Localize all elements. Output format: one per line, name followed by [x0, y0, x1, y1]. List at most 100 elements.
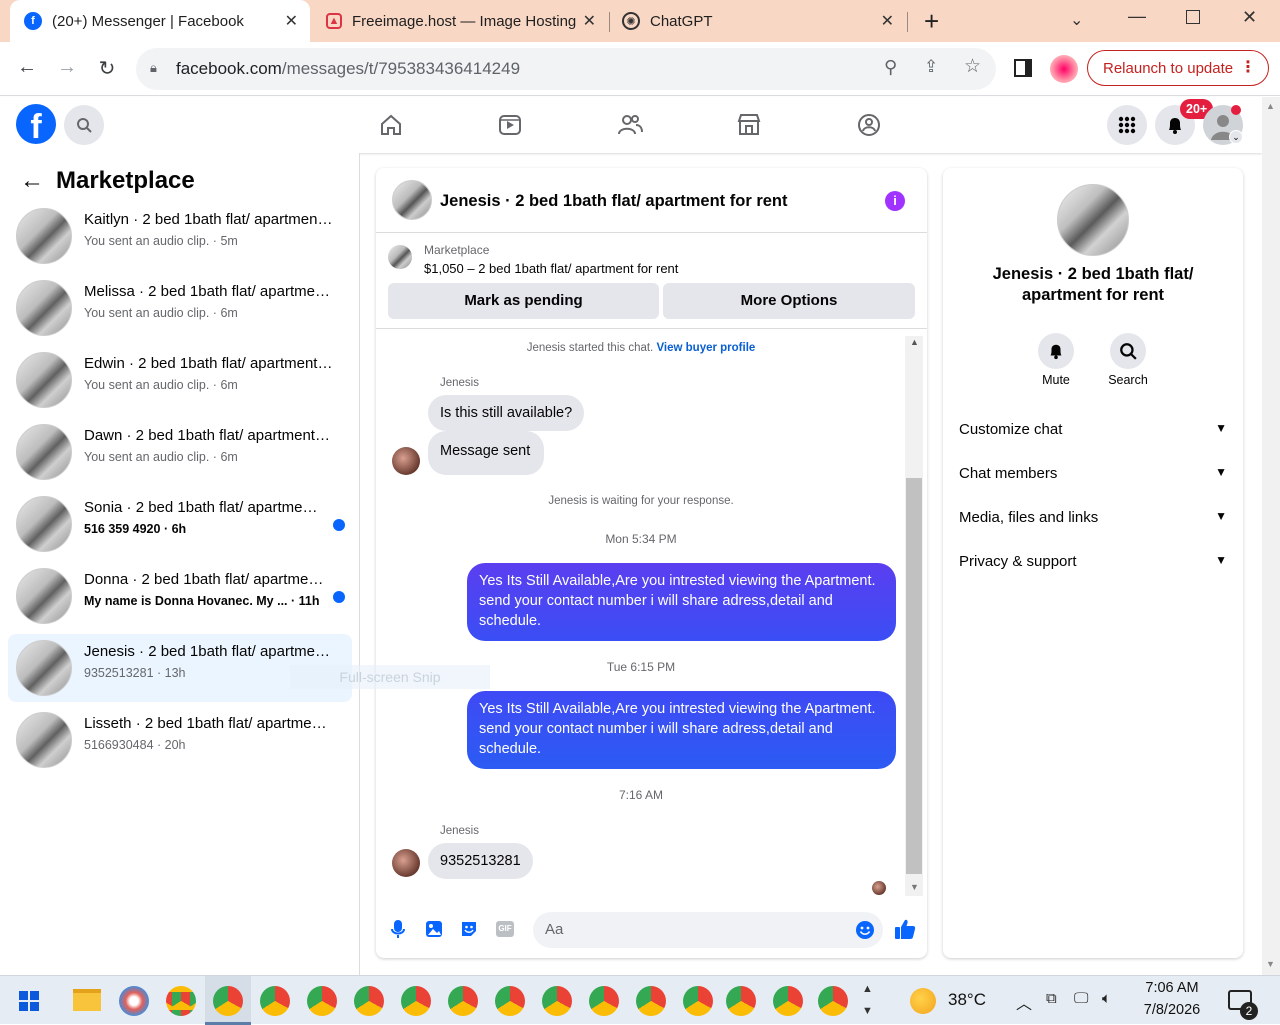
tray-chevron-up-icon[interactable]: ︿ [1016, 990, 1032, 1014]
scroll-up-arrow-icon[interactable]: ▲ [1266, 101, 1275, 111]
share-icon[interactable]: ⇪ [924, 57, 938, 77]
forward-icon[interactable]: → [54, 56, 80, 79]
outgoing-message[interactable]: Yes Its Still Available,Are you intreste… [467, 691, 896, 769]
camera-tray-icon[interactable]: ⧉ [1046, 990, 1057, 1007]
chrome-icon[interactable] [495, 986, 525, 1016]
emoji-icon[interactable] [855, 920, 875, 940]
chrome-icon[interactable] [260, 986, 290, 1016]
chat-scrollbar[interactable]: ▲ ▼ [905, 336, 923, 896]
microphone-icon[interactable] [390, 919, 406, 939]
buyer-avatar[interactable] [392, 447, 420, 475]
conversation-item[interactable]: Lisseth · 2 bed 1bath flat/ apartment fo… [8, 706, 352, 774]
chrome-icon[interactable] [401, 986, 431, 1016]
reload-icon[interactable]: ↻ [94, 56, 120, 81]
weather-sun-icon[interactable] [910, 988, 936, 1014]
chrome-icon[interactable] [683, 986, 713, 1016]
new-tab-plus-icon[interactable]: + [924, 6, 939, 37]
chrome-icon[interactable] [213, 986, 243, 1016]
scroll-up-arrow-icon[interactable]: ▲ [910, 337, 919, 347]
file-explorer-icon[interactable] [73, 989, 101, 1011]
close-tab-icon[interactable]: ✕ [881, 11, 894, 31]
like-thumbs-up-icon[interactable] [894, 918, 916, 940]
bookmark-star-icon[interactable]: ☆ [964, 55, 981, 78]
tab-freeimage[interactable]: ▲ Freeimage.host — Image Hosting ✕ [312, 0, 608, 42]
relaunch-button[interactable]: Relaunch to update ⋮ [1087, 50, 1269, 86]
chrome-icon[interactable] [726, 986, 756, 1016]
back-arrow-icon[interactable]: ← [20, 167, 44, 195]
profile-avatar-icon[interactable] [1050, 55, 1078, 83]
conversation-item[interactable]: Edwin · 2 bed 1bath flat/ apartment for … [8, 346, 352, 414]
incoming-message[interactable]: Message sent [428, 431, 545, 475]
conversation-item[interactable]: Melissa · 2 bed 1bath flat/ apartment fo… [8, 274, 352, 342]
outgoing-message[interactable]: Yes Its Still Available,Are you intreste… [467, 563, 896, 641]
paint-app-icon[interactable] [119, 986, 149, 1016]
chat-title[interactable]: Jenesis · 2 bed 1bath flat/ apartment fo… [440, 192, 788, 211]
home-icon[interactable] [377, 111, 405, 139]
privacy-support-section[interactable]: Privacy & support ▼ [959, 553, 1227, 570]
chrome-icon[interactable] [818, 986, 848, 1016]
conversation-item[interactable]: Dawn · 2 bed 1bath flat/ apartment for r… [8, 418, 352, 486]
zoom-icon[interactable]: ⚲ [884, 57, 897, 78]
temperature[interactable]: 38°C [948, 990, 986, 1010]
close-window-icon[interactable]: ✕ [1242, 7, 1257, 28]
chevron-down-icon[interactable]: ⌄ [1229, 130, 1243, 144]
clock-time[interactable]: 7:06 AM [1136, 980, 1208, 996]
site-info-icon[interactable]: 🔒︎ [150, 60, 157, 76]
back-icon[interactable]: ← [14, 56, 40, 79]
sticker-icon[interactable] [460, 920, 478, 938]
chrome-icon[interactable] [636, 986, 666, 1016]
menu-grid-icon[interactable] [1107, 105, 1147, 145]
buyer-avatar[interactable] [392, 849, 420, 877]
search-conversation-button[interactable] [1110, 333, 1146, 369]
chrome-icon[interactable] [448, 986, 478, 1016]
customize-chat-section[interactable]: Customize chat ▼ [959, 421, 1227, 438]
chat-thumbnail[interactable] [392, 180, 432, 220]
scroll-down-arrow-icon[interactable]: ▼ [910, 882, 919, 892]
more-options-button[interactable]: More Options [663, 283, 915, 319]
kebab-menu-icon[interactable]: ⋮ [1240, 57, 1256, 77]
windows-start-icon[interactable] [19, 991, 39, 1011]
chrome-icon[interactable] [166, 986, 196, 1016]
listing-price-title[interactable]: $1,050 – 2 bed 1bath flat/ apartment for… [424, 261, 678, 276]
message-input[interactable]: Aa [533, 912, 883, 948]
taskbar-scroll-arrows-icon[interactable]: ▲ ▼ [862, 978, 873, 1022]
conversation-item[interactable]: Sonia · 2 bed 1bath flat/ apartment for … [8, 490, 352, 558]
incoming-message[interactable]: Is this still available? [428, 395, 585, 431]
address-bar[interactable]: 🔒︎ facebook.com/messages/t/7953834364142… [136, 48, 996, 90]
minimize-icon[interactable]: — [1128, 6, 1146, 27]
conversation-item[interactable]: Kaitlyn · 2 bed 1bath flat/ apartment fo… [8, 202, 352, 270]
photo-icon[interactable] [425, 920, 443, 938]
marketplace-icon[interactable] [735, 111, 763, 139]
listing-avatar[interactable] [1057, 184, 1129, 256]
tab-search-chevron-icon[interactable]: ⌄ [1070, 10, 1083, 30]
scroll-down-arrow-icon[interactable]: ▼ [1266, 959, 1275, 969]
facebook-logo-icon[interactable]: f [16, 104, 56, 144]
scrollbar-thumb[interactable] [906, 478, 922, 874]
chat-members-section[interactable]: Chat members ▼ [959, 465, 1227, 482]
friends-icon[interactable] [616, 111, 644, 139]
tab-messenger[interactable]: f (20+) Messenger | Facebook ✕ [10, 0, 310, 42]
incoming-message[interactable]: 9352513281 [428, 843, 533, 879]
media-files-links-section[interactable]: Media, files and links ▼ [959, 509, 1227, 526]
clock-date[interactable]: 7/8/2026 [1136, 1002, 1208, 1018]
gif-icon[interactable]: GIF [496, 921, 514, 937]
chrome-icon[interactable] [354, 986, 384, 1016]
restore-icon[interactable] [1186, 10, 1200, 24]
chrome-icon[interactable] [542, 986, 572, 1016]
mark-as-pending-button[interactable]: Mark as pending [388, 283, 659, 319]
volume-icon[interactable]: 🔈︎ [1102, 990, 1111, 1007]
mute-button[interactable] [1038, 333, 1074, 369]
groups-icon[interactable] [855, 111, 883, 139]
info-icon[interactable]: i [885, 191, 905, 211]
video-icon[interactable] [496, 111, 524, 139]
view-buyer-profile-link[interactable]: View buyer profile [656, 342, 755, 354]
side-panel-icon[interactable] [1014, 59, 1032, 77]
tab-chatgpt[interactable]: ✺ ChatGPT ✕ [610, 0, 906, 42]
chrome-icon[interactable] [773, 986, 803, 1016]
close-tab-icon[interactable]: ✕ [583, 11, 596, 31]
chrome-icon[interactable] [589, 986, 619, 1016]
window-scrollbar[interactable]: ▲ ▼ [1262, 97, 1280, 975]
close-tab-icon[interactable]: ✕ [285, 11, 298, 31]
chrome-icon[interactable] [307, 986, 337, 1016]
conversation-item[interactable]: Donna · 2 bed 1bath flat/ apartment for … [8, 562, 352, 630]
